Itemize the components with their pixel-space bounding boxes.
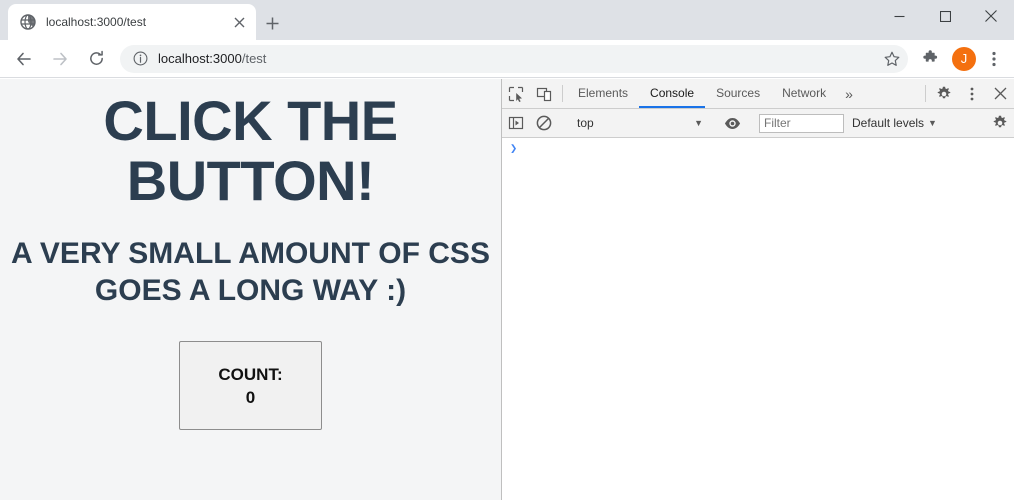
tab-network[interactable]: Network — [771, 79, 837, 108]
log-levels-dropdown[interactable]: Default levels ▼ — [852, 116, 937, 130]
maximize-icon[interactable] — [922, 0, 968, 32]
plus-icon — [266, 17, 278, 29]
url-host: localhost:3000 — [158, 51, 242, 66]
back-arrow-icon[interactable] — [10, 45, 38, 73]
address-bar[interactable]: localhost:3000/test — [120, 44, 908, 73]
toolbar-divider-right — [925, 85, 926, 102]
live-expression-eye-icon[interactable] — [718, 115, 746, 132]
minimize-icon[interactable] — [876, 0, 922, 32]
console-filter-bar: top ▼ Default levels ▼ — [502, 109, 1014, 138]
browser-window: localhost:3000/test localhost:3000/test … — [0, 0, 1014, 500]
puzzle-piece-icon[interactable] — [916, 45, 944, 73]
avatar[interactable]: J — [952, 46, 976, 71]
inspect-element-icon[interactable] — [502, 79, 530, 108]
url-text: localhost:3000/test — [158, 51, 878, 66]
info-icon[interactable] — [132, 51, 148, 67]
filter-input[interactable] — [759, 113, 844, 133]
star-icon[interactable] — [878, 45, 906, 73]
count-button-label: COUNT: — [218, 364, 283, 384]
page-subtitle: A VERY SMALL AMOUNT OF CSS GOES A LONG W… — [11, 237, 490, 307]
tab-title: localhost:3000/test — [46, 15, 147, 29]
console-prompt-row[interactable]: ❯ — [502, 138, 1014, 157]
console-output[interactable]: ❯ — [502, 138, 1014, 499]
tab-sources[interactable]: Sources — [705, 79, 771, 108]
log-levels-label: Default levels — [852, 116, 925, 130]
tabbar-spacer — [861, 79, 921, 108]
browser-tab[interactable]: localhost:3000/test — [8, 4, 256, 40]
close-icon[interactable] — [986, 79, 1014, 108]
count-button-value: 0 — [245, 387, 256, 407]
console-input[interactable] — [517, 142, 1014, 157]
device-toolbar-icon[interactable] — [530, 79, 558, 108]
toolbar-divider — [562, 85, 563, 102]
console-context-selector[interactable]: top ▼ — [569, 114, 709, 133]
three-dot-menu-icon[interactable] — [958, 79, 986, 108]
button-container: COUNT: 0 — [0, 309, 501, 430]
forward-arrow-icon[interactable] — [46, 45, 74, 73]
url-path: /test — [241, 51, 267, 66]
chevron-down-icon: ▼ — [694, 118, 703, 128]
page-title: CLICK THE BUTTON! — [103, 89, 398, 212]
prompt-chevron-icon: ❯ — [510, 142, 518, 156]
reload-icon[interactable] — [82, 45, 110, 73]
globe-icon — [20, 14, 36, 30]
devtools-tabbar: Elements Console Sources Network » — [502, 79, 1014, 109]
page-viewport: CLICK THE BUTTON! A VERY SMALL AMOUNT OF… — [0, 79, 501, 500]
three-dot-menu-icon[interactable] — [980, 45, 1008, 73]
tab-close-icon[interactable] — [227, 10, 251, 34]
gear-icon[interactable] — [986, 115, 1014, 131]
console-context-label: top — [577, 116, 594, 130]
close-icon[interactable] — [968, 0, 1014, 32]
devtools-panel: Elements Console Sources Network » top ▼… — [502, 79, 1014, 500]
chevron-down-icon: ▼ — [928, 118, 937, 128]
console-sidebar-icon[interactable] — [502, 115, 530, 131]
tab-elements[interactable]: Elements — [567, 79, 639, 108]
gear-icon[interactable] — [930, 79, 958, 108]
window-controls — [876, 0, 1014, 32]
tab-strip: localhost:3000/test — [0, 0, 1014, 40]
tab-console[interactable]: Console — [639, 79, 706, 108]
more-tabs-icon[interactable]: » — [837, 79, 861, 108]
clear-console-icon[interactable] — [530, 115, 558, 131]
new-tab-button[interactable] — [258, 9, 286, 37]
count-button[interactable]: COUNT: 0 — [179, 341, 322, 430]
browser-toolbar: localhost:3000/test J — [0, 40, 1014, 78]
